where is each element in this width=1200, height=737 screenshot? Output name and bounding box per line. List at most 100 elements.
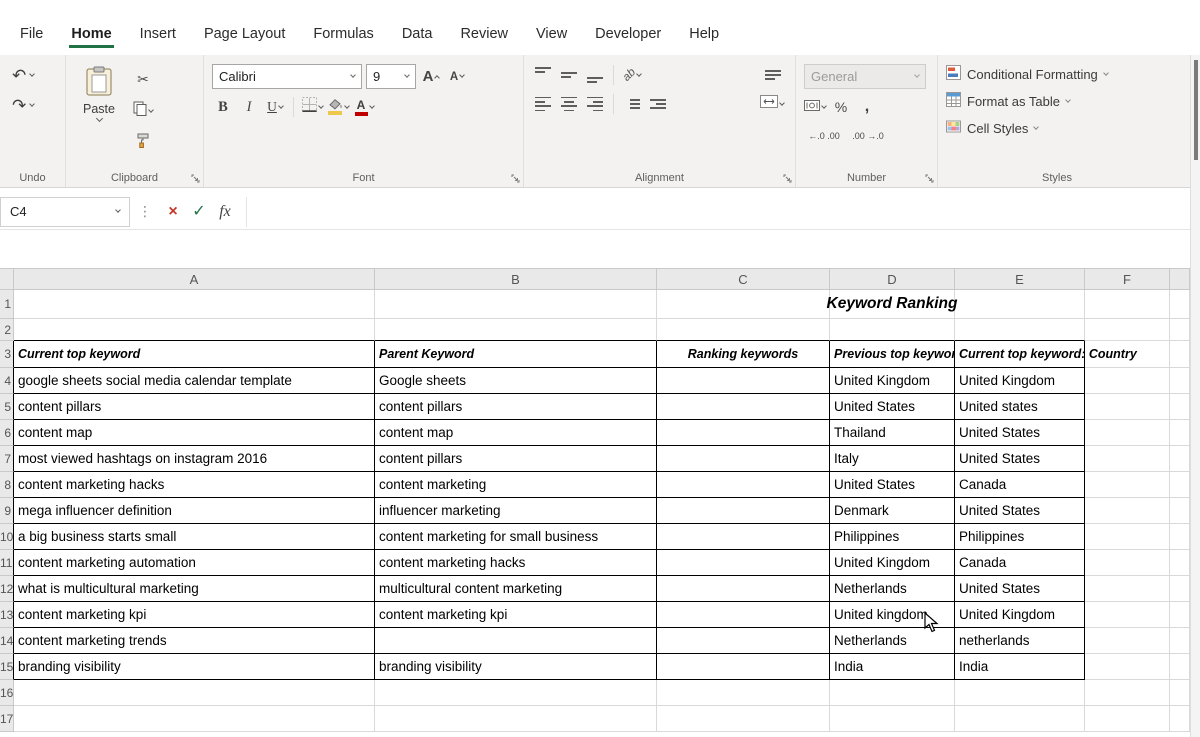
cell-G7[interactable] [1170,446,1190,472]
row-header-17[interactable]: 17 [0,706,14,732]
merge-center-button[interactable] [760,93,784,115]
cell-D2[interactable] [830,319,955,341]
cell-F5[interactable] [1085,394,1170,420]
cell-F2[interactable] [1085,319,1170,341]
tab-home[interactable]: Home [57,18,125,55]
cell-F11[interactable] [1085,550,1170,576]
row-header-2[interactable]: 2 [0,319,14,341]
cell-G15[interactable] [1170,654,1190,680]
cell-G13[interactable] [1170,602,1190,628]
cell-E1[interactable] [955,290,1085,319]
cell-B11[interactable]: content marketing hacks [375,550,657,576]
name-box[interactable]: C4 [0,197,130,227]
cell-D4[interactable]: United Kingdom [830,368,955,394]
cell-B7[interactable]: content pillars [375,446,657,472]
cell-C14[interactable] [657,628,830,654]
cell-B14[interactable] [375,628,657,654]
decrease-font-size-button[interactable]: A [446,66,468,88]
conditional-formatting-button[interactable]: Conditional Formatting [946,65,1168,83]
cell-E10[interactable]: Philippines [955,524,1085,550]
fill-color-button[interactable] [327,96,349,118]
formula-bar-handle[interactable]: ⋮ [130,203,160,220]
select-all-button[interactable] [0,268,14,290]
cell-A4[interactable]: google sheets social media calendar temp… [14,368,375,394]
cell-A5[interactable]: content pillars [14,394,375,420]
cell-D3[interactable]: Previous top keyword [830,341,955,368]
cell-F14[interactable] [1085,628,1170,654]
cell-F10[interactable] [1085,524,1170,550]
cell-C3[interactable]: Ranking keywords [657,341,830,368]
cell-D8[interactable]: United States [830,472,955,498]
cell-F4[interactable] [1085,368,1170,394]
font-size-select[interactable]: 9 [366,64,416,89]
cell-A9[interactable]: mega influencer definition [14,498,375,524]
cell-D5[interactable]: United States [830,394,955,420]
increase-decimal-button[interactable]: ←.0 .00 [804,125,844,147]
borders-button[interactable] [301,96,323,118]
cell-B17[interactable] [375,706,657,732]
tab-developer[interactable]: Developer [581,18,675,55]
row-header-7[interactable]: 7 [0,446,14,472]
cell-B1[interactable] [375,290,657,319]
undo-button[interactable]: ↶ [12,67,55,84]
cell-B5[interactable]: content pillars [375,394,657,420]
decrease-indent-button[interactable] [621,93,643,115]
cell-A7[interactable]: most viewed hashtags on instagram 2016 [14,446,375,472]
cell-F16[interactable] [1085,680,1170,706]
cell-E7[interactable]: United States [955,446,1085,472]
increase-indent-button[interactable] [647,93,669,115]
cell-G8[interactable] [1170,472,1190,498]
cell-G2[interactable] [1170,319,1190,341]
cell-C12[interactable] [657,576,830,602]
cell-F8[interactable] [1085,472,1170,498]
orientation-button[interactable]: ab [621,64,643,86]
cell-C15[interactable] [657,654,830,680]
cell-F9[interactable] [1085,498,1170,524]
tab-file[interactable]: File [6,18,57,55]
cell-D16[interactable] [830,680,955,706]
bottom-align-button[interactable] [584,64,606,86]
cell-E13[interactable]: United Kingdom [955,602,1085,628]
number-dialog-launcher[interactable] [923,172,935,184]
middle-align-button[interactable] [558,64,580,86]
cell-E8[interactable]: Canada [955,472,1085,498]
copy-button[interactable] [132,100,154,122]
cell-A16[interactable] [14,680,375,706]
cell-A3[interactable]: Current top keyword [14,341,375,368]
cell-E3[interactable]: Current top keyword: Country [955,341,1085,368]
cell-G1[interactable] [1170,290,1190,319]
cell-B13[interactable]: content marketing kpi [375,602,657,628]
cell-C9[interactable] [657,498,830,524]
cell-F13[interactable] [1085,602,1170,628]
cell-B4[interactable]: Google sheets [375,368,657,394]
cell-D10[interactable]: Philippines [830,524,955,550]
row-header-8[interactable]: 8 [0,472,14,498]
cell-B3[interactable]: Parent Keyword [375,341,657,368]
cell-A6[interactable]: content map [14,420,375,446]
cell-C7[interactable] [657,446,830,472]
increase-font-size-button[interactable]: A [420,66,442,88]
wrap-text-button[interactable] [762,64,784,86]
decrease-decimal-button[interactable]: .00 →.0 [848,125,888,147]
cell-B16[interactable] [375,680,657,706]
cell-E2[interactable] [955,319,1085,341]
cell-G9[interactable] [1170,498,1190,524]
enter-button[interactable]: ✓ [186,204,212,220]
scrollbar-thumb[interactable] [1194,60,1198,160]
column-header-C[interactable]: C [657,268,830,290]
cell-D15[interactable]: India [830,654,955,680]
cell-G5[interactable] [1170,394,1190,420]
row-header-6[interactable]: 6 [0,420,14,446]
row-header-14[interactable]: 14 [0,628,14,654]
column-header-F[interactable]: F [1085,268,1170,290]
cell-A13[interactable]: content marketing kpi [14,602,375,628]
cell-A11[interactable]: content marketing automation [14,550,375,576]
cell-D1[interactable]: Keyword Ranking [830,290,955,319]
cell-C1[interactable] [657,290,830,319]
cell-D6[interactable]: Thailand [830,420,955,446]
cell-A15[interactable]: branding visibility [14,654,375,680]
tab-help[interactable]: Help [675,18,733,55]
row-header-4[interactable]: 4 [0,368,14,394]
font-name-select[interactable]: Calibri [212,64,362,89]
cell-G11[interactable] [1170,550,1190,576]
